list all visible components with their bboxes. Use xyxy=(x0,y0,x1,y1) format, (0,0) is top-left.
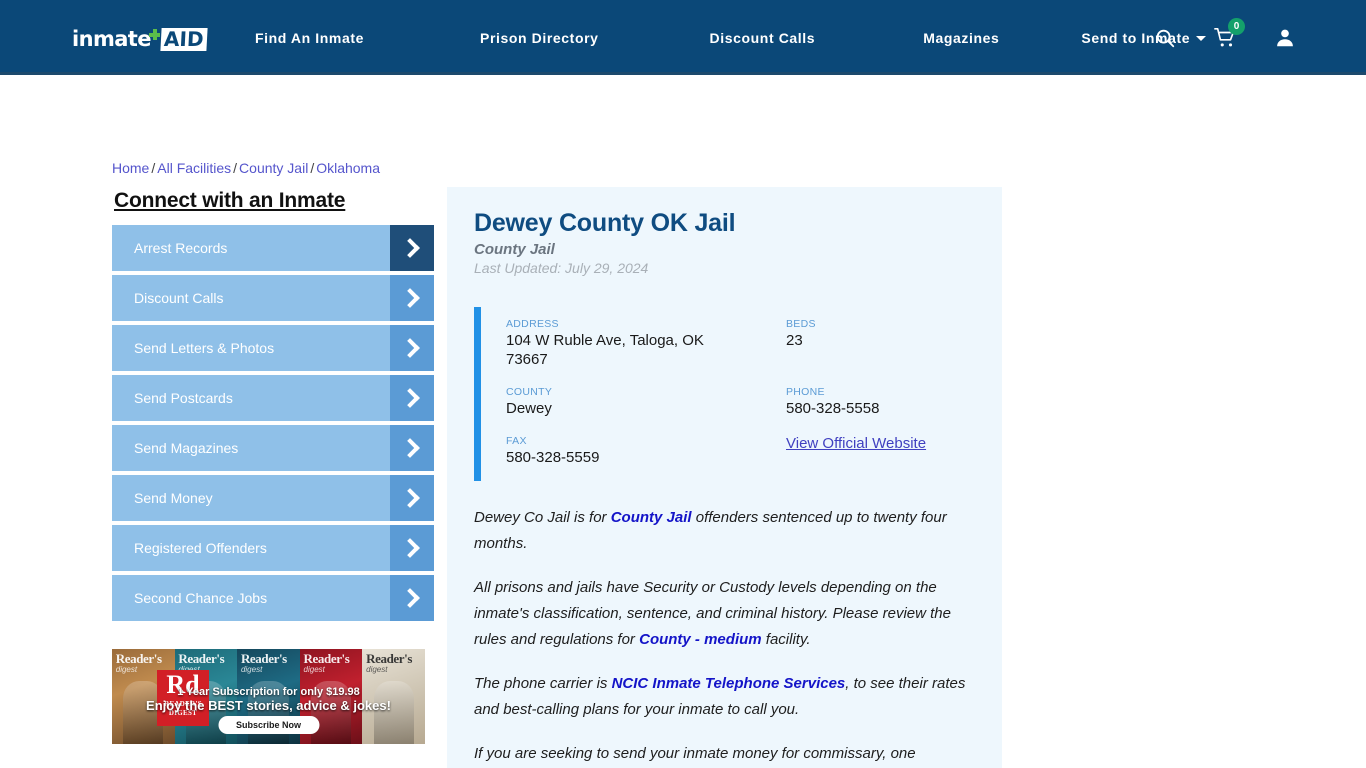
facility-type: County Jail xyxy=(474,241,555,258)
search-icon[interactable] xyxy=(1154,27,1176,49)
facility-beds-field: BEDS 23 xyxy=(786,318,975,369)
facility-county-value: Dewey xyxy=(506,400,552,417)
advertisement-banner[interactable]: Reader's digest Reader's digest Reader's… xyxy=(112,649,425,744)
cart-count-badge: 0 xyxy=(1228,17,1245,35)
chevron-right-icon xyxy=(390,225,434,271)
cart-icon[interactable]: 0 xyxy=(1214,17,1245,49)
sidebar-item-arrest-records[interactable]: Arrest Records xyxy=(112,225,434,271)
breadcrumb-separator: / xyxy=(151,160,156,176)
sidebar: Connect with an Inmate Arrest Records Di… xyxy=(112,189,434,625)
ad-headline: 1 Year Subscription for only $19.98 xyxy=(177,686,360,698)
sidebar-item-send-postcards[interactable]: Send Postcards xyxy=(112,375,434,421)
breadcrumb-item-oklahoma[interactable]: Oklahoma xyxy=(316,160,380,176)
facility-county-field: COUNTY Dewey xyxy=(506,386,786,418)
facility-phone-label: PHONE xyxy=(786,386,825,398)
nav-item-prison-directory[interactable]: Prison Directory xyxy=(480,30,599,46)
ad-cover-subtitle: digest xyxy=(366,665,388,674)
facility-paragraph: Dewey Co Jail is for County Jail offende… xyxy=(474,509,947,552)
logo-badge-aid: AID xyxy=(160,27,208,51)
facility-phone-field: PHONE 580-328-5558 xyxy=(786,386,975,418)
chevron-right-icon xyxy=(390,575,434,621)
sidebar-item-label: Arrest Records xyxy=(134,240,228,256)
nav-item-magazines[interactable]: Magazines xyxy=(923,30,999,46)
logo-wordmark: inmate xyxy=(72,27,151,51)
breadcrumb-item-all-facilities[interactable]: All Facilities xyxy=(157,160,231,176)
ad-subheadline: Enjoy the BEST stories, advice & jokes! xyxy=(146,698,391,713)
sidebar-item-label: Send Money xyxy=(134,490,213,506)
user-icon[interactable] xyxy=(1274,27,1296,49)
site-header: inmate AID Find An Inmate Prison Directo… xyxy=(0,0,1366,75)
sidebar-item-send-money[interactable]: Send Money xyxy=(112,475,434,521)
facility-county-label: COUNTY xyxy=(506,386,553,398)
breadcrumb-separator: / xyxy=(310,160,315,176)
sidebar-item-second-chance-jobs[interactable]: Second Chance Jobs xyxy=(112,575,434,621)
facility-info-block: ADDRESS 104 W Ruble Ave, Taloga, OK 7366… xyxy=(474,307,975,481)
chevron-right-icon xyxy=(390,275,434,321)
facility-address-label: ADDRESS xyxy=(506,318,559,330)
facility-fax-value: 580-328-5559 xyxy=(506,449,600,466)
ad-cover-subtitle: digest xyxy=(115,665,138,674)
sidebar-item-label: Send Letters & Photos xyxy=(134,340,275,356)
page-title: Dewey County OK Jail xyxy=(474,209,736,237)
breadcrumb-item-county-jail[interactable]: County Jail xyxy=(239,160,308,176)
header-icon-group: 0 xyxy=(1154,0,1296,75)
facility-info-grid: ADDRESS 104 W Ruble Ave, Taloga, OK 7366… xyxy=(506,318,975,467)
sidebar-title: Connect with an Inmate xyxy=(114,189,346,212)
sidebar-item-send-magazines[interactable]: Send Magazines xyxy=(112,425,434,471)
nav-item-discount-calls[interactable]: Discount Calls xyxy=(710,30,816,46)
facility-address-value: 104 W Ruble Ave, Taloga, OK 73667 xyxy=(506,332,704,368)
ad-cover-title: Reader's xyxy=(303,651,350,666)
plus-cross-icon xyxy=(148,29,160,40)
nav-item-find-an-inmate[interactable]: Find An Inmate xyxy=(255,30,364,46)
breadcrumb-separator: / xyxy=(233,160,238,176)
ad-cover-subtitle: digest xyxy=(240,665,263,674)
page-body: Home / All Facilities / County Jail / Oklahoma… xyxy=(0,75,1366,768)
ad-cover-title: Reader's xyxy=(178,651,225,666)
facility-website-field: View Official Website xyxy=(786,435,975,467)
sidebar-item-label: Registered Offenders xyxy=(134,540,267,556)
chevron-right-icon xyxy=(390,325,434,371)
chevron-right-icon xyxy=(390,375,434,421)
sidebar-item-label: Send Postcards xyxy=(134,390,233,406)
chevron-right-icon xyxy=(390,525,434,571)
sidebar-item-label: Second Chance Jobs xyxy=(134,590,268,606)
facility-fax-field: FAX 580-328-5559 xyxy=(506,435,786,467)
sidebar-item-registered-offenders[interactable]: Registered Offenders xyxy=(112,525,434,571)
site-logo[interactable]: inmate AID xyxy=(72,25,208,53)
facility-description: Dewey Co Jail is for County Jail offende… xyxy=(474,505,975,768)
ad-cover-title: Reader's xyxy=(240,651,287,666)
facility-paragraph: If you are seeking to send your inmate m… xyxy=(474,745,916,762)
view-official-website-link[interactable]: View Official Website xyxy=(786,435,926,452)
facility-beds-value: 23 xyxy=(786,332,803,349)
sidebar-item-discount-calls[interactable]: Discount Calls xyxy=(112,275,434,321)
ad-cover-title: Reader's xyxy=(366,651,413,666)
chevron-right-icon xyxy=(390,475,434,521)
sidebar-item-send-letters-photos[interactable]: Send Letters & Photos xyxy=(112,325,434,371)
facility-last-updated: Last Updated: July 29, 2024 xyxy=(474,260,649,276)
facility-paragraph: The phone carrier is NCIC Inmate Telepho… xyxy=(474,675,966,718)
facility-beds-label: BEDS xyxy=(786,318,816,330)
breadcrumb-item-home[interactable]: Home xyxy=(112,160,149,176)
sidebar-item-label: Discount Calls xyxy=(134,290,224,306)
breadcrumb: Home / All Facilities / County Jail / Oklahoma xyxy=(112,160,380,176)
sidebar-item-label: Send Magazines xyxy=(134,440,239,456)
ad-cover-title: Reader's xyxy=(115,651,162,666)
chevron-right-icon xyxy=(390,425,434,471)
ad-subscribe-button[interactable]: Subscribe Now xyxy=(217,716,320,734)
primary-navigation: Find An Inmate Prison Directory Discount… xyxy=(255,0,1207,75)
ad-cover-subtitle: digest xyxy=(303,665,325,674)
facility-address-field: ADDRESS 104 W Ruble Ave, Taloga, OK 7366… xyxy=(506,318,786,369)
facility-paragraph: All prisons and jails have Security or C… xyxy=(474,579,951,648)
facility-phone-value: 580-328-5558 xyxy=(786,400,880,417)
facility-fax-label: FAX xyxy=(506,435,527,447)
facility-content-panel: Dewey County OK Jail County Jail Last Up… xyxy=(447,187,1002,768)
